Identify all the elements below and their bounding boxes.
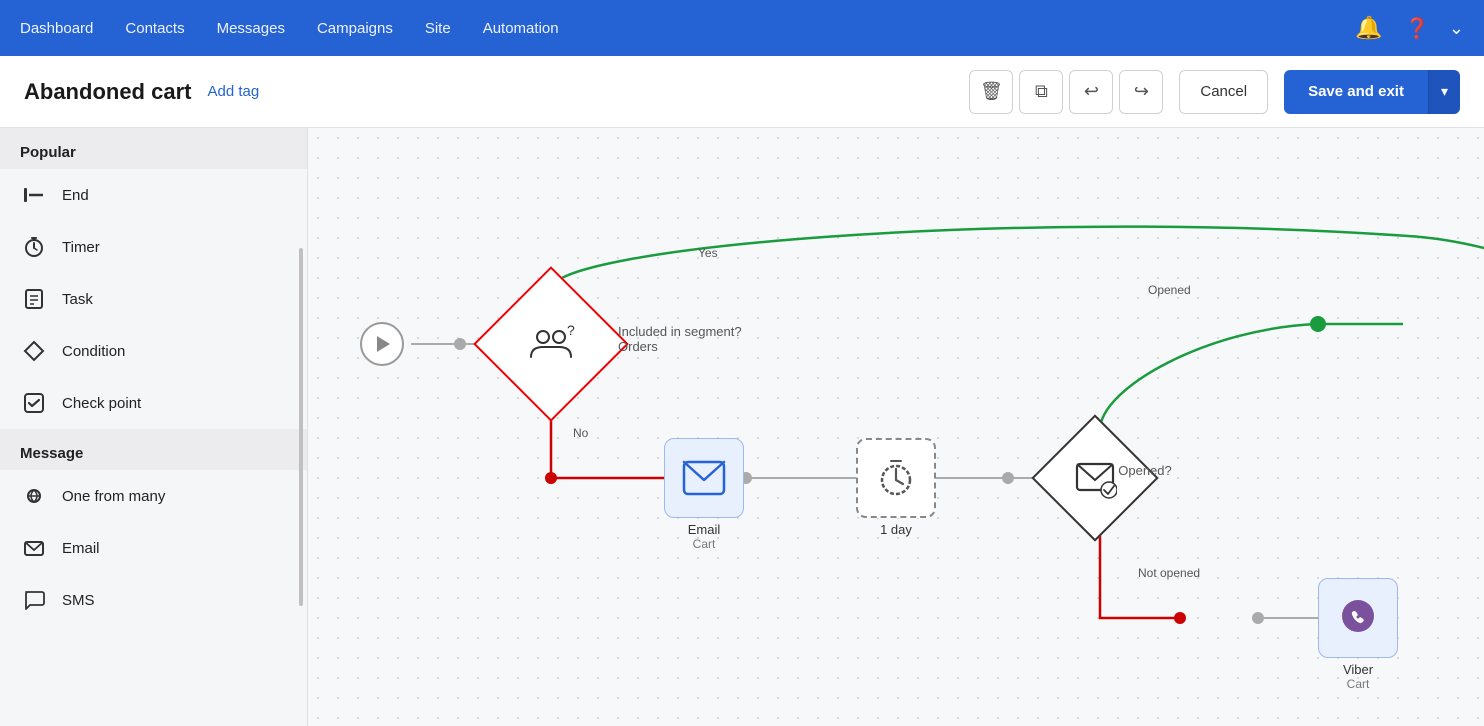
cancel-button[interactable]: Cancel <box>1179 70 1268 114</box>
sidebar-label-end: End <box>62 187 89 204</box>
delete-button[interactable]: 🗑 <box>969 70 1013 114</box>
task-icon <box>20 285 48 313</box>
nav-dashboard[interactable]: Dashboard <box>20 20 93 37</box>
canvas-area[interactable]: ? Included in segment? Orders Yes No Ema… <box>308 128 1484 726</box>
redo-button[interactable]: ↪ <box>1119 70 1163 114</box>
undo-button[interactable]: ↩ <box>1069 70 1113 114</box>
canvas-svg <box>308 128 1484 726</box>
sidebar-section-message: Message <box>0 429 307 470</box>
nav-site[interactable]: Site <box>425 20 451 37</box>
email-sublabel: Cart <box>693 537 716 551</box>
notifications-button[interactable]: 🔔 <box>1353 12 1385 44</box>
sidebar-item-sms[interactable]: SMS <box>0 574 307 626</box>
sidebar-label-task: Task <box>62 291 93 308</box>
timer-node[interactable]: 1 day <box>856 438 936 537</box>
nav-messages[interactable]: Messages <box>217 20 285 37</box>
help-button[interactable]: ❓ <box>1401 12 1433 44</box>
user-menu-chevron[interactable]: ⌄ <box>1449 18 1464 39</box>
email-label: Email <box>688 522 721 537</box>
sidebar-item-timer[interactable]: Timer <box>0 221 307 273</box>
sidebar-label-sms: SMS <box>62 592 95 609</box>
sidebar-label-condition: Condition <box>62 343 125 360</box>
main-layout: Popular End Timer Task Condition <box>0 128 1484 726</box>
no-label: No <box>573 426 588 440</box>
email-sidebar-icon <box>20 534 48 562</box>
nav-automation[interactable]: Automation <box>483 20 559 37</box>
sidebar-label-one-from-many: One from many <box>62 488 165 505</box>
one-from-many-icon <box>20 482 48 510</box>
toolbar-group: 🗑 ⧉ ↩ ↪ <box>969 70 1163 114</box>
sidebar-label-timer: Timer <box>62 239 100 256</box>
not-opened-label: Not opened <box>1138 566 1200 580</box>
opened-check-node[interactable]: Opened? <box>1050 433 1140 538</box>
condition-label: Included in segment? Orders <box>618 324 742 354</box>
page-title: Abandoned cart <box>24 79 191 105</box>
nav-campaigns[interactable]: Campaigns <box>317 20 393 37</box>
sidebar-item-one-from-many[interactable]: One from many <box>0 470 307 522</box>
save-and-exit-button[interactable]: Save and exit <box>1284 70 1428 114</box>
sidebar-item-condition[interactable]: Condition <box>0 325 307 377</box>
nav-contacts[interactable]: Contacts <box>125 20 184 37</box>
sidebar-item-email[interactable]: Email <box>0 522 307 574</box>
add-tag-button[interactable]: Add tag <box>207 83 259 100</box>
sidebar-item-checkpoint[interactable]: Check point <box>0 377 307 429</box>
nav-icons: 🔔 ❓ ⌄ <box>1353 12 1464 44</box>
condition-icon <box>20 337 48 365</box>
sms-icon <box>20 586 48 614</box>
viber-sublabel: Cart <box>1347 677 1370 691</box>
end-icon <box>20 181 48 209</box>
sidebar-scrollbar <box>299 248 303 607</box>
opened-question-label: Opened? <box>1118 463 1172 478</box>
sidebar-label-email: Email <box>62 540 100 557</box>
not-opened-dot <box>1174 612 1186 624</box>
sidebar: Popular End Timer Task Condition <box>0 128 308 726</box>
sidebar-item-end[interactable]: End <box>0 169 307 221</box>
sub-header: Abandoned cart Add tag 🗑 ⧉ ↩ ↪ Cancel Sa… <box>0 56 1484 128</box>
yes-label: Yes <box>698 246 718 260</box>
opened-label: Opened <box>1148 283 1191 297</box>
checkpoint-icon <box>20 389 48 417</box>
copy-button[interactable]: ⧉ <box>1019 70 1063 114</box>
start-node[interactable] <box>360 322 404 366</box>
save-button-group: Save and exit ▾ <box>1284 70 1460 114</box>
save-dropdown-button[interactable]: ▾ <box>1428 70 1460 114</box>
top-nav: Dashboard Contacts Messages Campaigns Si… <box>0 0 1484 56</box>
viber-node[interactable]: Viber Cart <box>1318 578 1398 691</box>
timer-label: 1 day <box>880 522 912 537</box>
viber-label: Viber <box>1343 662 1373 677</box>
condition-node[interactable]: ? <box>496 289 606 399</box>
sidebar-section-popular: Popular <box>0 128 307 169</box>
svg-text:?: ? <box>567 325 575 338</box>
sidebar-item-task[interactable]: Task <box>0 273 307 325</box>
sidebar-label-checkpoint: Check point <box>62 395 141 412</box>
timer-icon <box>20 233 48 261</box>
email-node[interactable]: Email Cart <box>664 438 744 551</box>
